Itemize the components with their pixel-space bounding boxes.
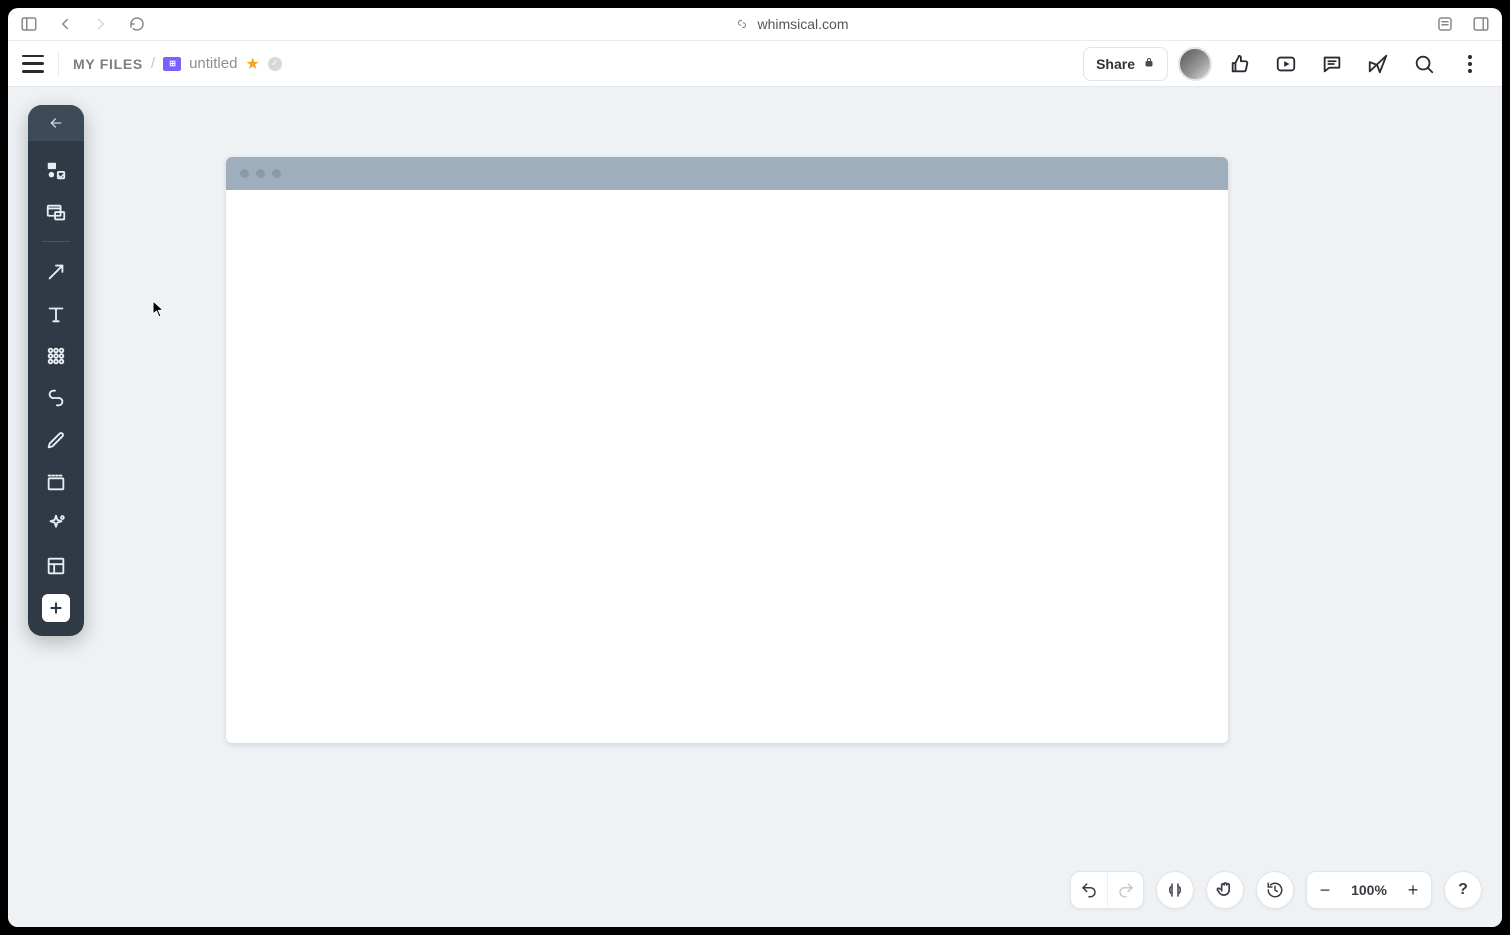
add-tool-button[interactable] [42,594,70,622]
file-title[interactable]: untitled [189,55,237,72]
theme-button[interactable] [1156,871,1194,909]
wireframe-window[interactable] [226,157,1228,743]
toolbar-divider [42,241,70,242]
window-dot-icon [240,169,249,178]
comments-button[interactable] [1314,46,1350,82]
send-button[interactable] [1360,46,1396,82]
user-avatar[interactable] [1178,47,1212,81]
browser-window: whimsical.com MY FILES / ⊞ untitled ★ ✓ [8,8,1502,927]
divider [58,51,59,77]
tool-toolbar [28,105,84,636]
frame-tool[interactable] [36,193,76,233]
search-button[interactable] [1406,46,1442,82]
app-header: MY FILES / ⊞ untitled ★ ✓ Share [8,41,1502,87]
pencil-tool[interactable] [36,420,76,460]
more-button[interactable] [1452,46,1488,82]
thumbs-up-button[interactable] [1222,46,1258,82]
lock-icon [1143,55,1155,72]
link-tool[interactable] [36,378,76,418]
present-button[interactable] [1268,46,1304,82]
reload-icon[interactable] [128,15,146,33]
toolbar-back-button[interactable] [28,105,84,141]
breadcrumb-root[interactable]: MY FILES [73,56,143,72]
canvas[interactable]: − 100% + ? [8,87,1502,927]
favorite-star-icon[interactable]: ★ [245,54,259,74]
file-type-icon: ⊞ [163,57,181,71]
grid-tool[interactable] [36,336,76,376]
reader-icon[interactable] [1436,15,1454,33]
browser-chrome: whimsical.com [8,8,1502,41]
arrow-tool[interactable] [36,252,76,292]
history-button[interactable] [1256,871,1294,909]
elements-tool[interactable] [36,151,76,191]
window-dot-icon [272,169,281,178]
redo-button[interactable] [1107,872,1143,908]
sync-status-icon: ✓ [268,57,282,71]
text-tool[interactable] [36,294,76,334]
forward-icon[interactable] [92,15,110,33]
undo-button[interactable] [1071,872,1107,908]
undo-redo-group [1070,871,1144,909]
bottom-controls: − 100% + ? [1070,871,1482,909]
share-label: Share [1096,56,1135,72]
url-display[interactable]: whimsical.com [757,16,848,32]
section-tool[interactable] [36,462,76,502]
site-settings-icon[interactable] [733,15,751,33]
zoom-control: − 100% + [1306,871,1432,909]
back-icon[interactable] [56,15,74,33]
menu-button[interactable] [22,55,44,73]
breadcrumb: MY FILES / ⊞ untitled ★ ✓ [73,54,282,74]
pan-button[interactable] [1206,871,1244,909]
sidebar-toggle-icon[interactable] [20,15,38,33]
wireframe-titlebar[interactable] [226,157,1228,190]
help-button[interactable]: ? [1444,871,1482,909]
breadcrumb-separator: / [151,55,155,72]
layout-tool[interactable] [36,546,76,586]
tabs-icon[interactable] [1472,15,1490,33]
share-button[interactable]: Share [1083,47,1168,81]
window-dot-icon [256,169,265,178]
zoom-out-button[interactable]: − [1307,872,1343,908]
cursor-icon [152,300,166,323]
zoom-in-button[interactable]: + [1395,872,1431,908]
help-label: ? [1458,881,1468,899]
ai-tool[interactable] [36,504,76,544]
zoom-level[interactable]: 100% [1343,882,1395,898]
